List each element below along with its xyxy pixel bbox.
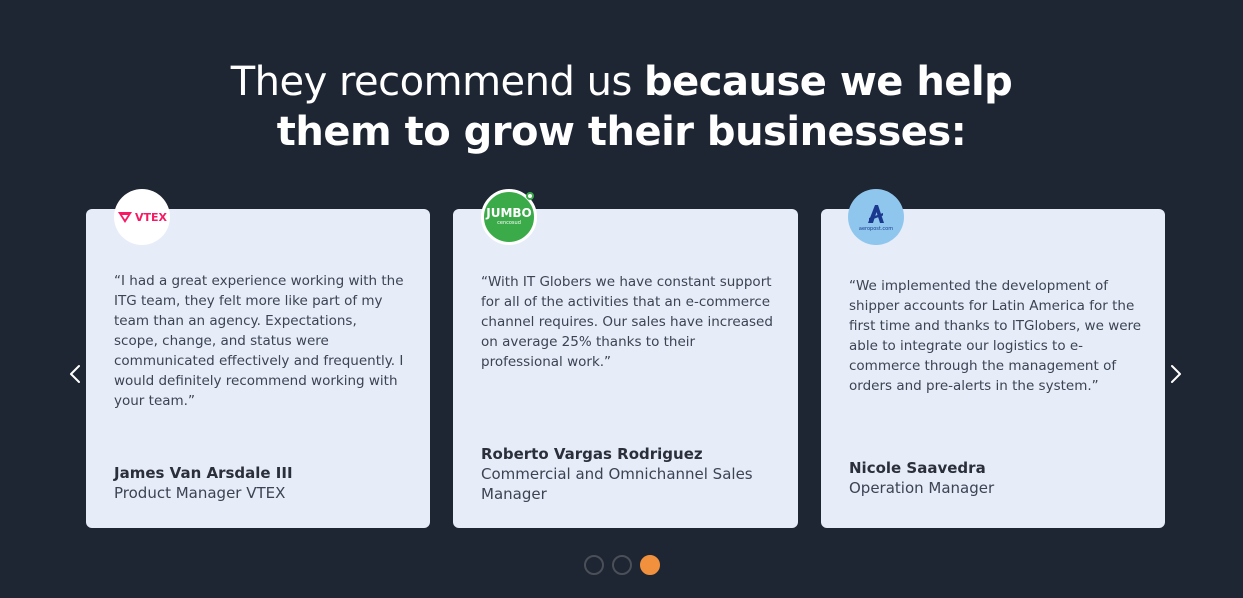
vtex-logo: VTEX: [114, 189, 170, 245]
vtex-logo-text: VTEX: [134, 210, 167, 224]
author-name: James Van Arsdale III: [114, 464, 293, 482]
author-role: Commercial and Omnichannel Sales Manager: [481, 465, 753, 503]
section-heading: They recommend us because we help them t…: [0, 57, 1243, 157]
chevron-right-icon: [1171, 365, 1181, 383]
aeropost-logo: aeropost.com: [848, 189, 904, 245]
testimonial-quote: “I had a great experience working with t…: [114, 273, 404, 409]
author-name: Roberto Vargas Rodriguez: [481, 445, 703, 463]
author-role: Product Manager VTEX: [114, 484, 286, 502]
jumbo-logo: JUMBO cencosud: [481, 189, 537, 245]
heading-bold-text-2: them to grow their businesses:: [276, 108, 967, 155]
jumbo-dot-icon: [526, 192, 534, 200]
author-name: Nicole Saavedra: [849, 459, 986, 477]
jumbo-logo-text: JUMBO: [486, 206, 532, 220]
aeropost-logo-text: aeropost.com: [858, 225, 894, 232]
testimonial-author: James Van Arsdale III Product Manager VT…: [114, 463, 414, 503]
testimonial-quote: “We implemented the development of shipp…: [849, 278, 1142, 394]
carousel-dot-2[interactable]: [611, 555, 632, 575]
vtex-mark-icon: [117, 211, 132, 223]
carousel-next-button[interactable]: [1165, 362, 1187, 386]
testimonial-author: Nicole Saavedra Operation Manager: [849, 458, 1149, 498]
carousel-prev-button[interactable]: [64, 362, 86, 386]
heading-light-text: They recommend us: [230, 58, 645, 105]
carousel-pagination: [0, 555, 1243, 575]
chevron-left-icon: [70, 365, 80, 383]
jumbo-logo-subtext: cencosud: [497, 220, 521, 226]
testimonial-quote: “With IT Globers we have constant suppor…: [481, 274, 773, 370]
aeropost-a-icon: [868, 204, 884, 223]
heading-bold-text-1: because we help: [644, 58, 1013, 105]
carousel-dot-1[interactable]: [583, 555, 604, 575]
testimonial-author: Roberto Vargas Rodriguez Commercial and …: [481, 444, 781, 504]
author-role: Operation Manager: [849, 479, 995, 497]
carousel-dot-3[interactable]: [639, 555, 660, 575]
